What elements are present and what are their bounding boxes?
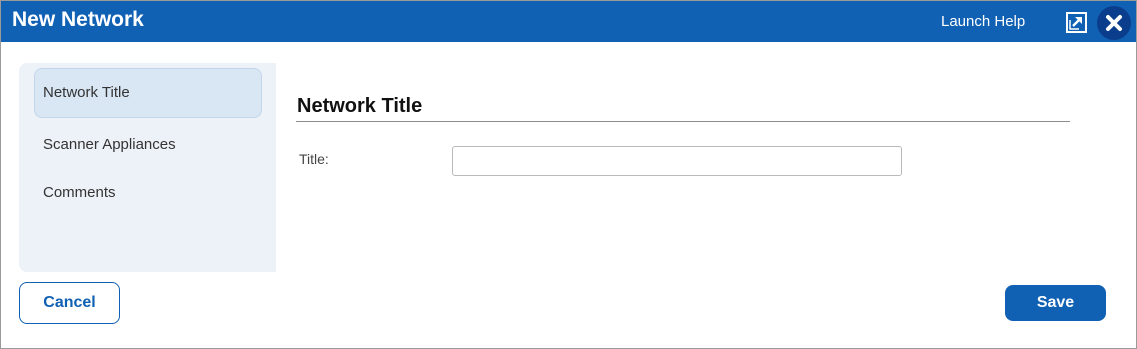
sidebar-item-comments[interactable]: Comments bbox=[34, 168, 262, 218]
close-icon[interactable] bbox=[1097, 6, 1131, 40]
popout-icon[interactable] bbox=[1066, 12, 1087, 33]
dialog-title: New Network bbox=[12, 8, 144, 31]
sidebar-item-scanner-appliances[interactable]: Scanner Appliances bbox=[34, 120, 262, 170]
launch-help-link[interactable]: Launch Help bbox=[941, 13, 1025, 30]
sidebar-nav: Network Title Scanner Appliances Comment… bbox=[19, 63, 276, 272]
cancel-button[interactable]: Cancel bbox=[19, 282, 120, 324]
save-button[interactable]: Save bbox=[1005, 285, 1106, 321]
new-network-dialog: New Network Launch Help Network Title Sc… bbox=[0, 0, 1137, 349]
sidebar-item-network-title[interactable]: Network Title bbox=[34, 68, 262, 118]
dialog-header: New Network Launch Help bbox=[1, 1, 1136, 42]
section-title: Network Title bbox=[297, 95, 423, 117]
title-input[interactable] bbox=[452, 146, 902, 176]
title-field-label: Title: bbox=[299, 151, 329, 167]
section-divider bbox=[296, 121, 1070, 122]
